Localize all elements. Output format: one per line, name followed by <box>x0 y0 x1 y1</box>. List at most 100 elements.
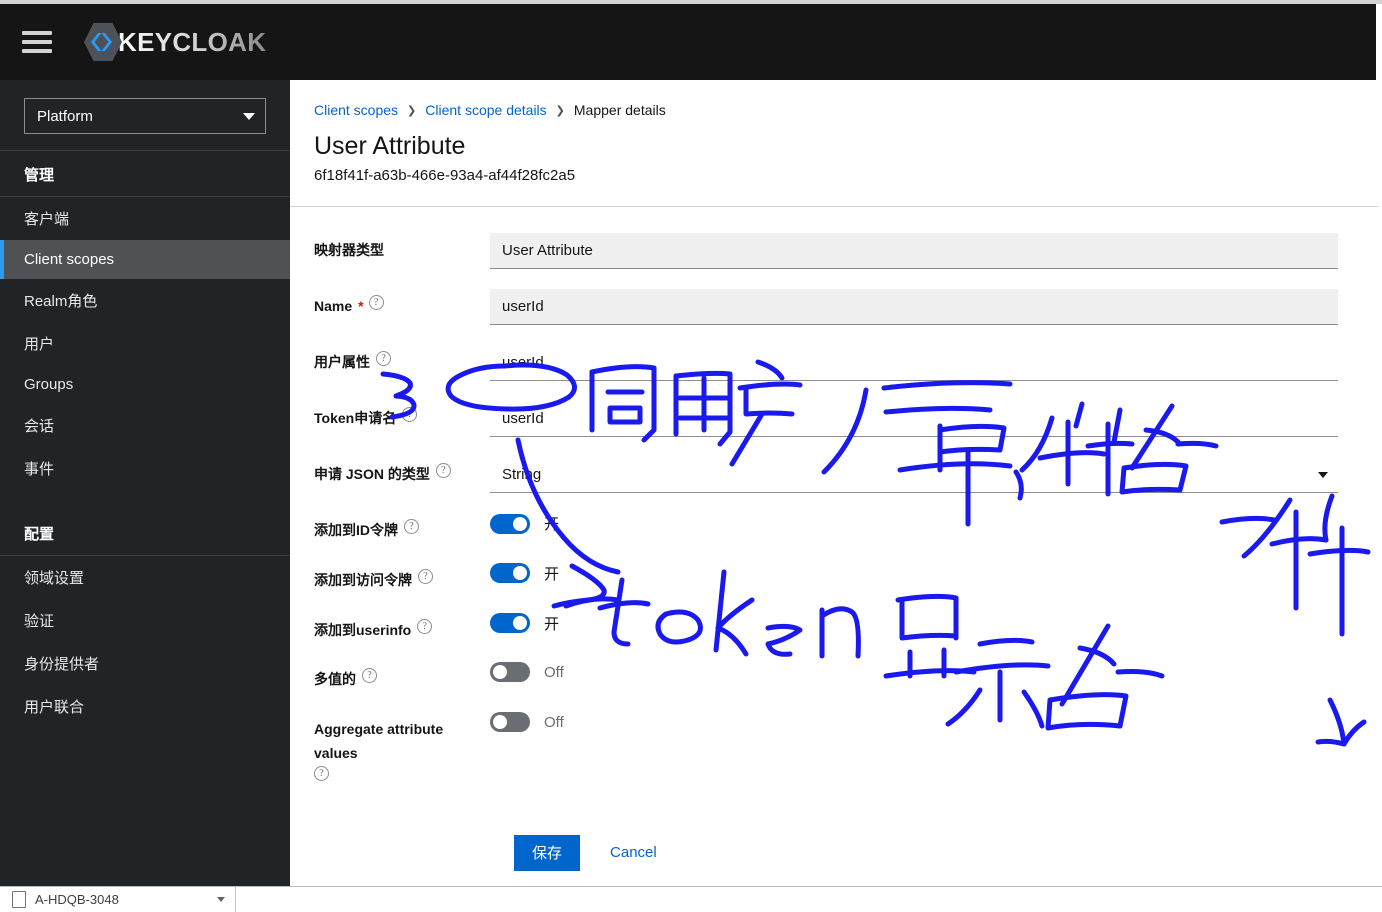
sidebar-group-header-manage: 管理 <box>24 167 55 184</box>
claim-json-type-select[interactable]: String <box>490 457 1338 493</box>
aggregate-attribute-values-state: Off <box>544 713 564 731</box>
file-icon <box>12 891 26 908</box>
page-subtitle-id: 6f18f41f-a63b-466e-93a4-af44f28fc2a5 <box>314 167 576 184</box>
add-to-userinfo-toggle[interactable] <box>490 613 530 634</box>
cancel-button[interactable]: Cancel <box>610 844 657 861</box>
main-content: Client scopes ❯ Client scope details ❯ M… <box>290 80 1382 886</box>
sidebar-item-client-scopes[interactable]: Client scopes <box>0 240 290 279</box>
label-user-attribute: 用户属性 ? <box>314 345 490 375</box>
form-row-add-to-id-token: 添加到ID令牌 ? 开 <box>314 513 1382 543</box>
keycloak-logo-icon <box>84 22 122 62</box>
form-row-add-to-userinfo: 添加到userinfo ? 开 <box>314 613 1382 643</box>
sidebar-item-sessions[interactable]: 会话 <box>0 404 290 447</box>
breadcrumb: Client scopes ❯ Client scope details ❯ M… <box>290 80 1382 118</box>
help-icon[interactable]: ? <box>435 463 451 478</box>
sidebar-item-identity-providers[interactable]: 身份提供者 <box>0 642 290 685</box>
field-add-to-id-token: 开 <box>490 513 1338 534</box>
form-actions: 保存 Cancel <box>314 801 1382 871</box>
sidebar-item-groups[interactable]: Groups <box>0 365 290 404</box>
help-icon[interactable]: ? <box>402 407 418 422</box>
mapper-details-form: 映射器类型 User Attribute Name * ? userId 用户属… <box>290 207 1382 871</box>
page-title: User Attribute <box>314 132 466 160</box>
form-row-mapper-type: 映射器类型 User Attribute <box>314 233 1382 269</box>
brand[interactable]: KEYCLOAK <box>84 22 266 62</box>
brand-name: KEYCLOAK <box>118 26 267 57</box>
sidebar-item-clients[interactable]: 客户端 <box>0 197 290 240</box>
help-icon[interactable]: ? <box>417 618 433 634</box>
label-text: 添加到ID令牌 <box>314 522 398 538</box>
form-row-token-claim-name: Token申请名 ? userId <box>314 401 1382 437</box>
sidebar-item-realm-roles[interactable]: Realm角色 <box>0 279 290 322</box>
label-text: 添加到userinfo <box>314 621 412 638</box>
chevron-down-icon <box>1318 471 1328 478</box>
field-add-to-access-token: 开 <box>490 563 1338 584</box>
download-item[interactable]: A-HDQB-3048 <box>0 887 236 912</box>
sidebar-item-users[interactable]: 用户 <box>0 322 290 365</box>
help-icon[interactable]: ? <box>404 519 419 534</box>
add-to-id-token-toggle[interactable] <box>490 513 530 534</box>
form-row-aggregate-attribute-values: Aggregate attribute values ? Off <box>314 712 1382 781</box>
breadcrumb-client-scopes[interactable]: Client scopes <box>314 102 398 118</box>
form-row-multivalued: 多值的 ? Off <box>314 662 1382 692</box>
sidebar-item-events[interactable]: 事件 <box>0 447 290 490</box>
field-name: userId <box>490 289 1338 325</box>
field-multivalued: Off <box>490 662 1338 683</box>
label-text: 用户属性 <box>314 354 370 370</box>
help-icon[interactable]: ? <box>314 765 329 781</box>
field-claim-json-type: String <box>490 457 1338 493</box>
form-row-name: Name * ? userId <box>314 289 1382 325</box>
masthead: KEYCLOAK <box>0 4 1376 80</box>
claim-json-type-value: String <box>502 466 542 483</box>
breadcrumb-separator-icon: ❯ <box>555 104 565 117</box>
field-add-to-userinfo: 开 <box>490 613 1338 634</box>
label-text: Name <box>314 298 353 314</box>
realm-selector-value: Platform <box>37 107 93 125</box>
sidebar-item-realm-settings[interactable]: 领域设置 <box>0 556 290 599</box>
multivalued-state: Off <box>544 663 564 681</box>
form-row-add-to-access-token: 添加到访问令牌 ? 开 <box>314 563 1382 593</box>
label-text: 申请 JSON 的类型 <box>314 466 430 482</box>
sidebar-group-header-configure: 配置 <box>24 526 55 543</box>
user-attribute-input[interactable]: userId <box>490 345 1338 381</box>
label-text: 添加到访问令牌 <box>314 571 412 588</box>
label-aggregate-attribute-values: Aggregate attribute values ? <box>314 712 490 781</box>
breadcrumb-client-scope-details[interactable]: Client scope details <box>425 102 546 118</box>
chevron-down-icon[interactable] <box>217 897 225 902</box>
breadcrumb-mapper-details: Mapper details <box>573 102 666 118</box>
aggregate-attribute-values-toggle[interactable] <box>490 712 530 733</box>
label-text: Aggregate attribute values <box>314 721 444 761</box>
help-icon[interactable]: ? <box>368 295 384 310</box>
add-to-userinfo-state: 开 <box>544 615 560 633</box>
label-add-to-id-token: 添加到ID令牌 ? <box>314 513 490 543</box>
help-icon[interactable]: ? <box>362 668 377 684</box>
field-mapper-type: User Attribute <box>490 233 1338 269</box>
label-text: Token申请名 <box>314 410 397 426</box>
multivalued-toggle[interactable] <box>490 662 530 683</box>
realm-selector[interactable]: Platform <box>24 98 266 134</box>
sidebar-item-user-federation[interactable]: 用户联合 <box>0 685 290 728</box>
help-icon[interactable]: ? <box>376 351 391 366</box>
sidebar-item-authentication[interactable]: 验证 <box>0 599 290 642</box>
token-claim-name-input[interactable]: userId <box>490 401 1338 437</box>
label-token-claim-name: Token申请名 ? <box>314 401 490 431</box>
field-user-attribute: userId <box>490 345 1338 381</box>
breadcrumb-separator-icon: ❯ <box>407 104 417 117</box>
name-input: userId <box>490 289 1338 325</box>
label-text: 映射器类型 <box>314 242 384 258</box>
label-text: 多值的 <box>314 671 356 688</box>
help-icon[interactable]: ? <box>418 568 433 584</box>
label-add-to-access-token: 添加到访问令牌 ? <box>314 563 490 593</box>
app-root: KEYCLOAK Platform 管理 客户端 Client scopes R… <box>0 0 1382 912</box>
chevron-down-icon <box>243 112 255 120</box>
add-to-access-token-toggle[interactable] <box>490 563 530 584</box>
label-name: Name * ? <box>314 289 490 319</box>
save-button[interactable]: 保存 <box>514 834 581 871</box>
add-to-id-token-state: 开 <box>544 516 560 533</box>
form-row-claim-json-type: 申请 JSON 的类型 ? String <box>314 457 1382 493</box>
label-claim-json-type: 申请 JSON 的类型 ? <box>314 457 490 487</box>
field-aggregate-attribute-values: Off <box>490 712 1338 733</box>
taskbar-background <box>236 887 1382 912</box>
hamburger-icon[interactable] <box>22 31 52 53</box>
add-to-access-token-state: 开 <box>544 565 560 583</box>
